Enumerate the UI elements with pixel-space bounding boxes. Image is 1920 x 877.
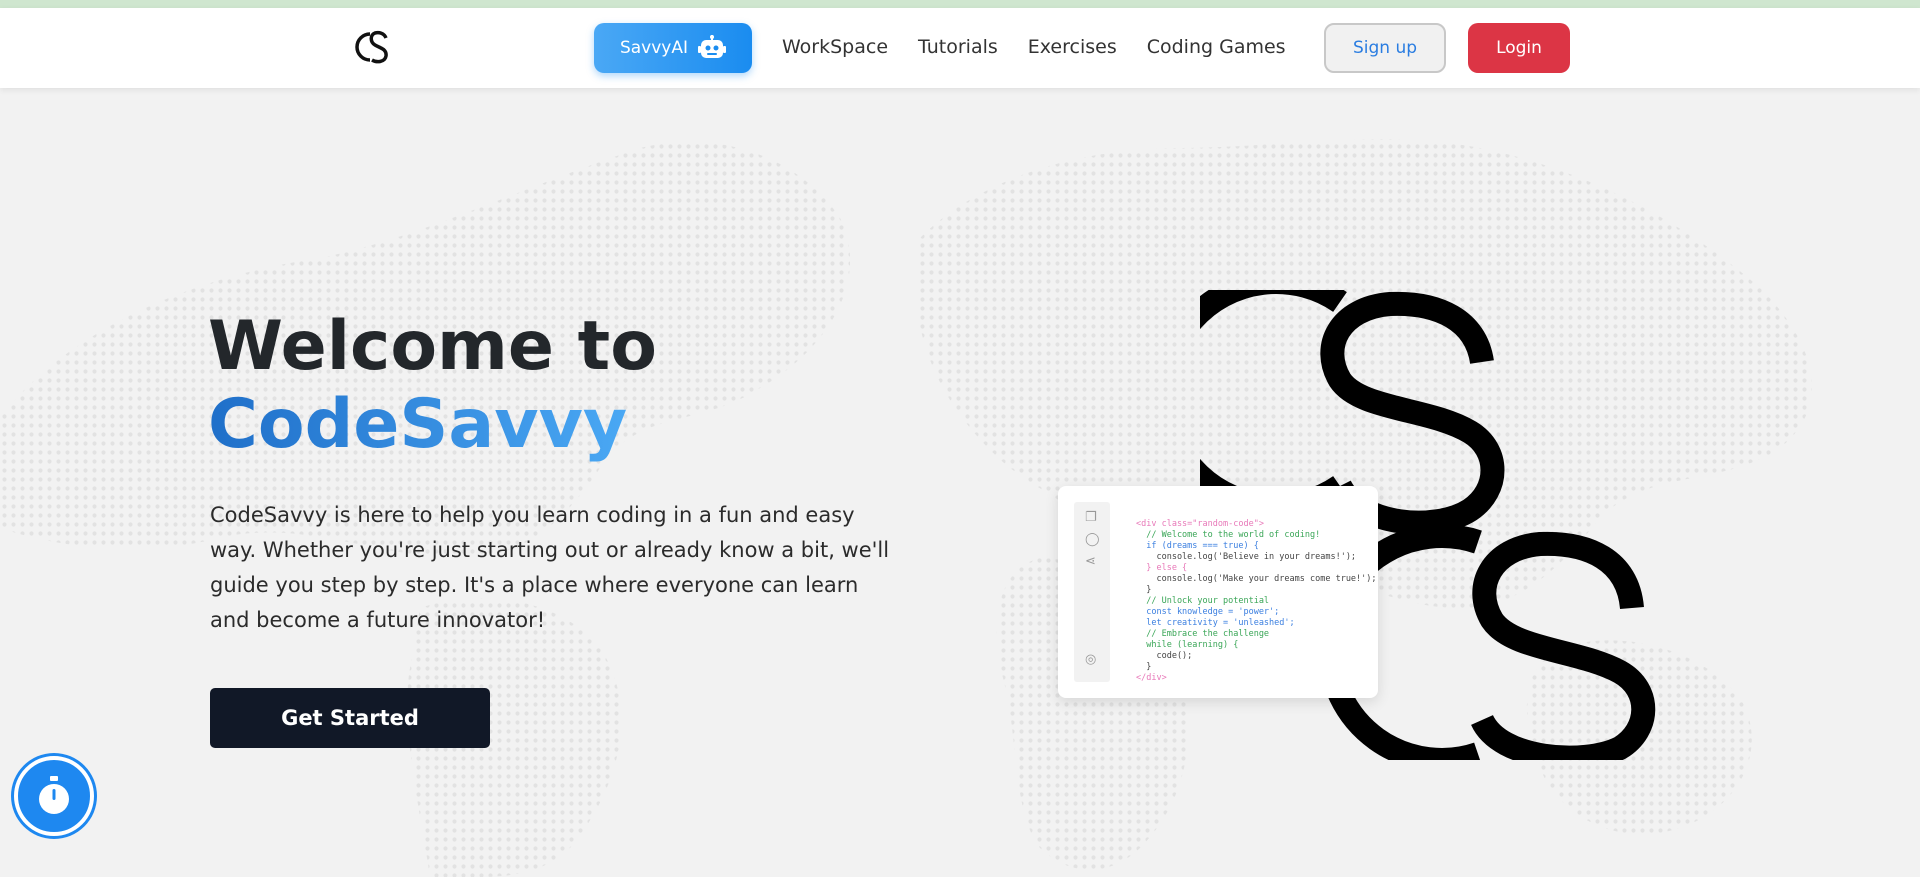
nav-link-exercises[interactable]: Exercises	[1028, 36, 1117, 58]
savvyai-label: SavvyAI	[619, 38, 689, 58]
user-icon: ◎	[1085, 652, 1097, 667]
code-line: console.log('Make your dreams come true!…	[1136, 574, 1377, 584]
savvyai-button[interactable]: SavvyAI	[594, 23, 752, 73]
code-line: </div>	[1136, 673, 1167, 683]
hero-title-brand: CodeSavvy	[208, 386, 657, 464]
code-line: }	[1136, 662, 1152, 672]
code-sidebar: ❐ ◯ ⋖ ◎	[1074, 502, 1110, 682]
code-snippet: <div class="random-code"> // Welcome to …	[1136, 508, 1377, 695]
copy-icon: ❐	[1085, 510, 1097, 525]
code-line: // Embrace the challenge	[1136, 629, 1270, 639]
stopwatch-icon	[39, 776, 69, 814]
nav-link-tutorials[interactable]: Tutorials	[918, 36, 998, 58]
code-line: // Welcome to the world of coding!	[1136, 530, 1321, 540]
code-preview-card: ❐ ◯ ⋖ ◎ <div class="random-code"> // Wel…	[1058, 486, 1378, 698]
get-started-button[interactable]: Get Started	[210, 688, 490, 748]
robot-icon	[698, 35, 727, 58]
code-line: if (dreams === true) {	[1136, 541, 1259, 551]
nav-link-coding-games[interactable]: Coding Games	[1147, 36, 1286, 58]
code-line: code();	[1136, 651, 1193, 661]
navbar: SavvyAI WorkSpace Tutorials Exercises Co…	[0, 8, 1920, 88]
signup-button[interactable]: Sign up	[1324, 23, 1446, 73]
hero-description: CodeSavvy is here to help you learn codi…	[210, 503, 890, 632]
hero-title-line1: Welcome to	[208, 307, 657, 386]
code-line: } else {	[1136, 563, 1188, 573]
code-line: <div class="random-code">	[1136, 519, 1264, 529]
code-line: while (learning) {	[1136, 640, 1239, 650]
code-line: // Unlock your potential	[1136, 596, 1270, 606]
nav-link-workspace[interactable]: WorkSpace	[782, 36, 888, 58]
comment-icon: ◯	[1085, 532, 1100, 547]
code-line: console.log('Believe in your dreams!');	[1136, 552, 1357, 562]
code-line: }	[1136, 585, 1152, 595]
hero-title: Welcome to CodeSavvy	[208, 308, 657, 464]
timer-button[interactable]	[14, 756, 94, 836]
cs-logo[interactable]	[348, 24, 392, 70]
nav-links: WorkSpace Tutorials Exercises Coding Gam…	[782, 36, 1316, 58]
code-line: const knowledge = 'power';	[1136, 607, 1280, 617]
login-button[interactable]: Login	[1468, 23, 1570, 73]
code-line: let creativity = 'unleashed';	[1136, 618, 1295, 628]
share-icon: ⋖	[1085, 554, 1096, 569]
top-accent-strip	[0, 0, 1920, 8]
